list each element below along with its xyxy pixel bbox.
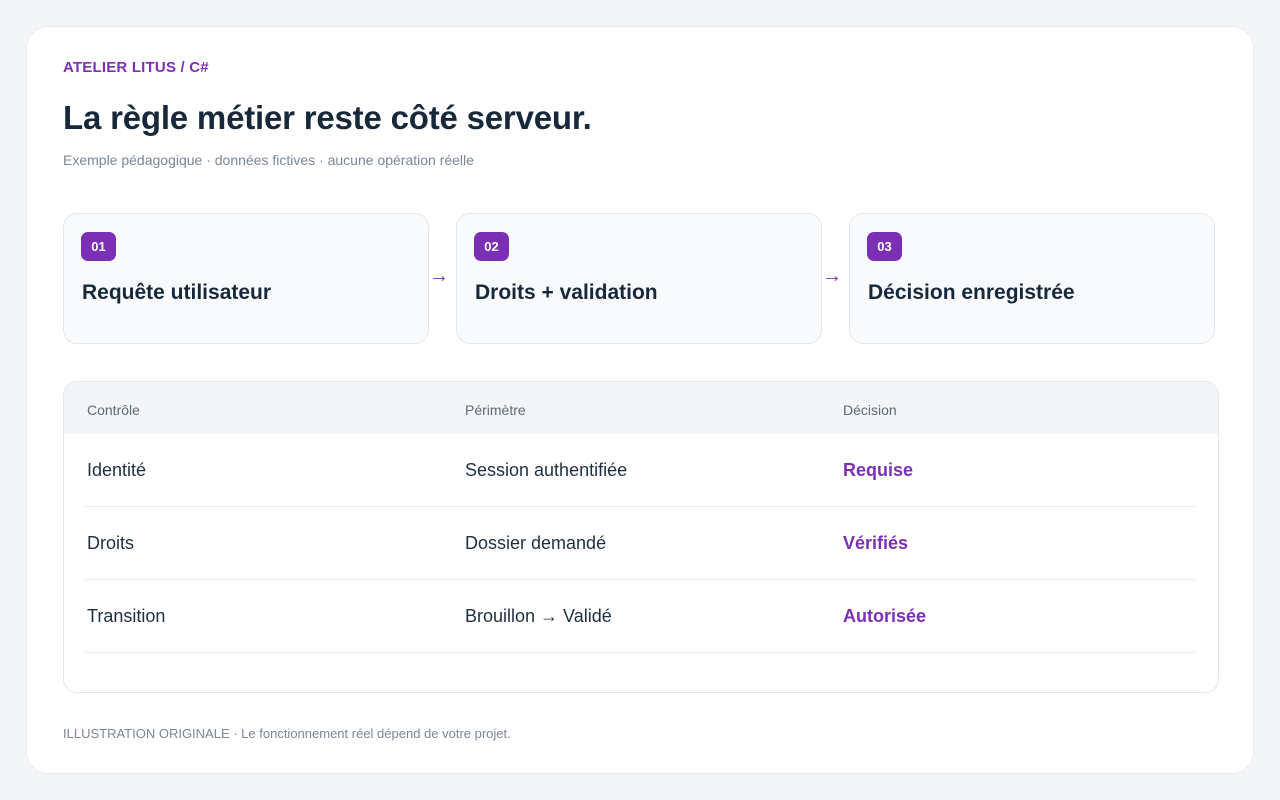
arrow-right-icon: → xyxy=(822,265,842,287)
cell-perimetre: Dossier demandé xyxy=(465,533,607,553)
step-card-3: 03 Décision enregistrée xyxy=(849,213,1215,344)
footer-note: ILLUSTRATION ORIGINALE · Le fonctionneme… xyxy=(63,726,511,741)
controls-table: Contrôle Périmètre Décision Identité Ses… xyxy=(63,381,1219,693)
table-row: Transition Brouillon → Validé Autorisée xyxy=(85,580,1195,653)
step-label: Requête utilisateur xyxy=(82,281,272,304)
cell-controle: Transition xyxy=(87,606,166,626)
table-row: Identité Session authentifiée Requise xyxy=(85,434,1195,507)
cell-decision: Autorisée xyxy=(843,606,927,626)
cell-perimetre: Session authentifiée xyxy=(465,460,628,480)
cell-controle: Droits xyxy=(87,533,135,553)
cell-perimetre: Brouillon → Validé xyxy=(465,606,612,626)
arrow-right-icon: → xyxy=(429,265,449,287)
step-number-badge: 03 xyxy=(867,232,902,261)
step-label: Droits + validation xyxy=(475,281,658,304)
cell-controle: Identité xyxy=(87,460,147,480)
cell-decision: Vérifiés xyxy=(843,533,909,553)
table-row: Droits Dossier demandé Vérifiés xyxy=(85,507,1195,580)
step-card-1: 01 Requête utilisateur xyxy=(63,213,429,344)
cell-decision: Requise xyxy=(843,460,914,480)
main-card: ATELIER LITUS / C# La règle métier reste… xyxy=(26,26,1254,774)
step-card-2: 02 Droits + validation xyxy=(456,213,822,344)
table-header: Contrôle Périmètre Décision xyxy=(64,382,1218,434)
column-header-decision: Décision xyxy=(843,402,897,418)
step-number-badge: 01 xyxy=(81,232,116,261)
page-subtitle: Exemple pédagogique · données fictives ·… xyxy=(63,152,474,168)
eyebrow-label: ATELIER LITUS / C# xyxy=(63,59,209,76)
page-title: La règle métier reste côté serveur. xyxy=(63,99,592,136)
column-header-perimetre: Périmètre xyxy=(465,402,526,418)
column-header-controle: Contrôle xyxy=(87,402,140,418)
step-label: Décision enregistrée xyxy=(868,281,1075,304)
step-number-badge: 02 xyxy=(474,232,509,261)
